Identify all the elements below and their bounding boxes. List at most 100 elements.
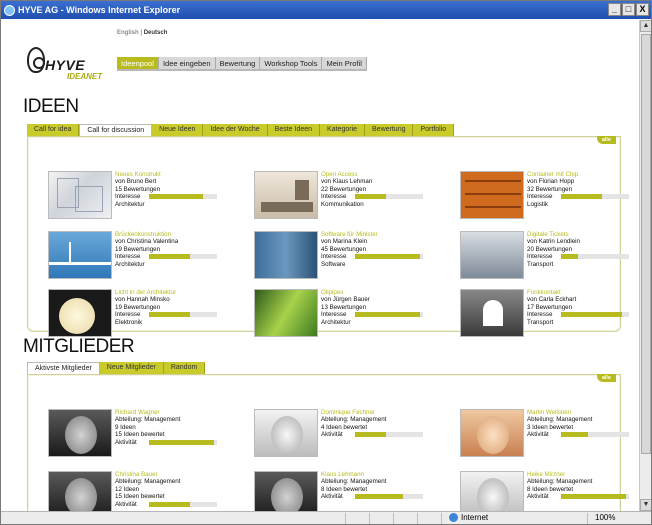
nav-item-4[interactable]: Mein Profil [322,57,367,69]
mitglieder-tab-0[interactable]: Aktivste Mitglieder [27,362,100,374]
idea-author: von Christina Valentina [115,238,179,246]
ideen-tab-3[interactable]: Idee der Woche [203,124,268,136]
member-activity-fill [149,501,190,507]
idea-interest-label: Interesse [321,311,347,319]
idea-thumbnail[interactable] [460,171,524,219]
idea-ratings: 19 Bewertungen [115,245,161,253]
idea-card[interactable]: Brückenkonstruktion von Christina Valenti… [48,231,238,287]
idea-thumbnail[interactable] [48,171,112,219]
idea-thumbnail[interactable] [48,289,112,337]
idea-title-link[interactable]: Digitale Tickets [527,231,639,238]
idea-thumbnail[interactable] [460,289,524,337]
member-card[interactable]: Klaus Lehmann Abteilung: Management 8 Idee… [254,471,444,511]
member-activity-fill [149,439,214,445]
idea-interest-row: Interesse [115,193,239,200]
ideen-tab-2[interactable]: Neue Ideen [152,124,204,136]
ideen-tab-4[interactable]: Beste Ideen [267,124,321,136]
ideen-tab-6[interactable]: Bewertung [365,124,414,136]
idea-title-link[interactable]: Licht in der Architektur [115,289,239,296]
globe-icon [449,513,458,522]
nav-item-2[interactable]: Bewertung [216,57,261,69]
member-ideas: 12 Ideen [115,485,140,493]
idea-card[interactable]: Open Access von Klaus Lehman 22 Bewertunge… [254,171,444,227]
idea-title-link[interactable]: Funkkontakt [527,289,639,296]
ideen-tab-7[interactable]: Portfolio [413,124,455,136]
ideen-tab-0[interactable]: Call for idea [27,124,80,136]
idea-interest-bar [561,312,629,318]
maximize-button[interactable]: □ [622,3,635,16]
idea-card[interactable]: Olipipes von Jürgen Bauer 13 Bewertungen In… [254,289,444,345]
member-avatar[interactable] [254,409,318,457]
idea-interest-label: Interesse [321,193,347,201]
idea-title-link[interactable]: Container mit Chip [527,171,639,178]
member-activity-fill [355,432,386,438]
vertical-scrollbar[interactable]: ▲ ▼ [639,20,651,511]
member-avatar[interactable] [48,471,112,511]
member-card[interactable]: Dominique Fechner Abteilung: Management 4 … [254,409,444,465]
idea-card[interactable]: Neues Konstrukt von Bruno Bert 15 Bewertun… [48,171,238,227]
idea-thumbnail[interactable] [254,231,318,279]
minimize-button[interactable]: _ [608,3,621,16]
idea-thumbnail[interactable] [254,289,318,337]
idea-info: Funkkontakt von Carla Eckhart 17 Bewertung… [527,289,639,326]
idea-info: Brückenkonstruktion von Christina Valenti… [115,231,239,268]
page-content: English | Deutsch HYVE IDEANET Ideenpool… [7,20,639,511]
scroll-thumb[interactable] [641,34,651,454]
member-name-link[interactable]: Richard Wagner [115,409,239,416]
member-avatar[interactable] [48,409,112,457]
ideen-tab-1[interactable]: Call for discussion [79,124,153,136]
idea-category: Kommunikation [321,200,364,208]
scroll-up-icon[interactable]: ▲ [640,20,651,32]
idea-card[interactable]: Digitale Tickets von Katrin Lendlein 20 Be… [460,231,639,287]
hyve-logo[interactable]: HYVE IDEANET [27,45,107,85]
idea-title-link[interactable]: Brückenkonstruktion [115,231,239,238]
member-card[interactable]: Christina Bauer Abteilung: Management 12 I… [48,471,238,511]
member-card[interactable]: Martin Wellstein Abteilung: Management 3 I… [460,409,639,465]
idea-ratings: 45 Bewertungen [321,245,367,253]
idea-title-link[interactable]: Open Access [321,171,445,178]
mitglieder-heading: MITGLIEDER [23,336,135,357]
member-activity-row: Aktivität [527,493,639,500]
member-avatar[interactable] [254,471,318,511]
idea-thumbnail[interactable] [460,231,524,279]
member-name-link[interactable]: Klaus Lehmann [321,471,445,478]
idea-title-link[interactable]: Software für Minister [321,231,445,238]
scroll-down-icon[interactable]: ▼ [640,499,651,511]
idea-category: Architektur [115,260,145,268]
member-card[interactable]: Richard Wagner Abteilung: Management 9 Ide… [48,409,238,465]
nav-item-1[interactable]: Idee eingeben [159,57,216,69]
idea-card[interactable]: Container mit Chip von Florian Hopp 32 Bew… [460,171,639,227]
member-name-link[interactable]: Christina Bauer [115,471,239,478]
idea-title-link[interactable]: Neues Konstrukt [115,171,239,178]
mitglieder-tab-1[interactable]: Neue Mitglieder [99,362,164,374]
member-avatar[interactable] [460,471,524,511]
idea-thumbnail[interactable] [254,171,318,219]
lang-deutsch-link[interactable]: Deutsch [144,30,168,36]
member-card[interactable]: Heike Mirzner Abteilung: Management 8 Idee… [460,471,639,511]
mitglieder-alle-link[interactable]: alle [596,374,616,382]
lang-separator: | [140,30,143,36]
idea-thumbnail[interactable] [48,231,112,279]
member-avatar[interactable] [460,409,524,457]
nav-item-3[interactable]: Workshop Tools [260,57,323,69]
idea-category: Software [321,260,346,268]
nav-item-0[interactable]: Ideenpool [117,57,159,69]
member-name-link[interactable]: Heike Mirzner [527,471,639,478]
member-name-link[interactable]: Martin Wellstein [527,409,639,416]
zoom-level[interactable]: 100% [595,513,615,522]
idea-card[interactable]: Funkkontakt von Carla Eckhart 17 Bewertung… [460,289,639,345]
close-button[interactable]: X [636,3,649,16]
member-name-link[interactable]: Dominique Fechner [321,409,445,416]
idea-ratings: 22 Bewertungen [321,185,367,193]
idea-interest-row: Interesse [527,193,639,200]
lang-english-link[interactable]: English [117,30,139,36]
idea-interest-row: Interesse [527,253,639,260]
idea-ratings: 13 Bewertungen [321,303,367,311]
member-activity-label: Aktivität [321,431,343,439]
idea-interest-row: Interesse [321,311,445,318]
ideen-alle-link[interactable]: alle [596,136,616,144]
idea-card[interactable]: Software für Minister von Marina Klein 45 … [254,231,444,287]
idea-title-link[interactable]: Olipipes [321,289,445,296]
mitglieder-tab-2[interactable]: Random [163,362,206,374]
ideen-tab-5[interactable]: Kategorie [320,124,366,136]
